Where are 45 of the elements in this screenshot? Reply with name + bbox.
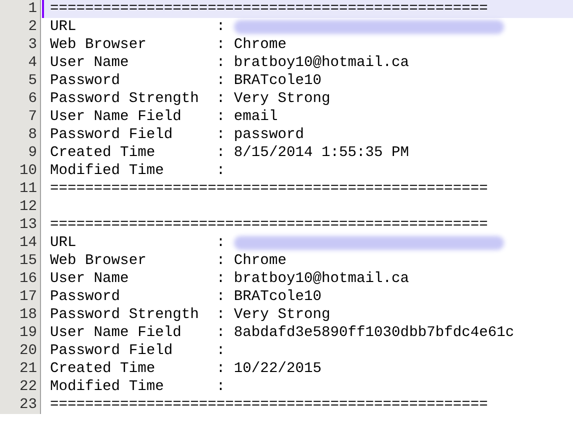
code-text: Password : BRATcole10 bbox=[50, 72, 322, 90]
line-number: 16 bbox=[0, 270, 41, 288]
line-number: 13 bbox=[0, 216, 41, 234]
line-number: 3 bbox=[0, 36, 41, 54]
code-text: ================================================== bbox=[50, 216, 488, 234]
code-text: Password Field : password bbox=[50, 126, 304, 144]
code-text: URL : bbox=[50, 18, 226, 36]
code-text: Password Strength : Very Strong bbox=[50, 306, 330, 324]
line-number: 14 bbox=[0, 234, 41, 252]
code-text: Password Field : bbox=[50, 342, 226, 360]
code-text: Created Time : 10/22/2015 bbox=[50, 360, 322, 378]
line-number: 9 bbox=[0, 144, 41, 162]
code-text: User Name : bratboy10@hotmail.ca bbox=[50, 270, 410, 288]
code-text: Created Time : 8/15/2014 1:55:35 PM bbox=[50, 144, 410, 162]
line-number: 12 bbox=[0, 198, 41, 216]
line-number: 15 bbox=[0, 252, 41, 270]
line-number: 20 bbox=[0, 342, 41, 360]
line-number: 22 bbox=[0, 378, 41, 396]
line-number: 19 bbox=[0, 324, 41, 342]
code-text: Password : BRATcole10 bbox=[50, 288, 322, 306]
code-text: User Name Field : email bbox=[50, 108, 278, 126]
code-text: User Name : bratboy10@hotmail.ca bbox=[50, 54, 410, 72]
code-text: Modified Time : bbox=[50, 162, 226, 180]
line-number: 5 bbox=[0, 72, 41, 90]
code-text: ================================================== bbox=[50, 396, 488, 414]
code-text: ================================================== bbox=[50, 180, 488, 198]
code-text: Web Browser : Chrome bbox=[50, 36, 286, 54]
code-text: URL : bbox=[50, 234, 226, 252]
line-number: 2 bbox=[0, 18, 41, 36]
code-text: Modified Time : bbox=[50, 378, 226, 396]
line-number: 21 bbox=[0, 360, 41, 378]
line-number: 10 bbox=[0, 162, 41, 180]
line-number: 8 bbox=[0, 126, 41, 144]
line-number: 23 bbox=[0, 396, 41, 414]
code-text: Password Strength : Very Strong bbox=[50, 90, 330, 108]
line-number: 1 bbox=[0, 0, 41, 18]
code-text: ================================================== bbox=[50, 0, 488, 18]
line-number: 6 bbox=[0, 90, 41, 108]
code-text: Web Browser : Chrome bbox=[50, 252, 286, 270]
line-number: 11 bbox=[0, 180, 41, 198]
line-number: 17 bbox=[0, 288, 41, 306]
line-number: 7 bbox=[0, 108, 41, 126]
code-text: User Name Field : 8abdafd3e5890ff1030dbb7bfdc4e61c bbox=[50, 324, 514, 342]
line-number: 4 bbox=[0, 54, 41, 72]
line-number: 18 bbox=[0, 306, 41, 324]
